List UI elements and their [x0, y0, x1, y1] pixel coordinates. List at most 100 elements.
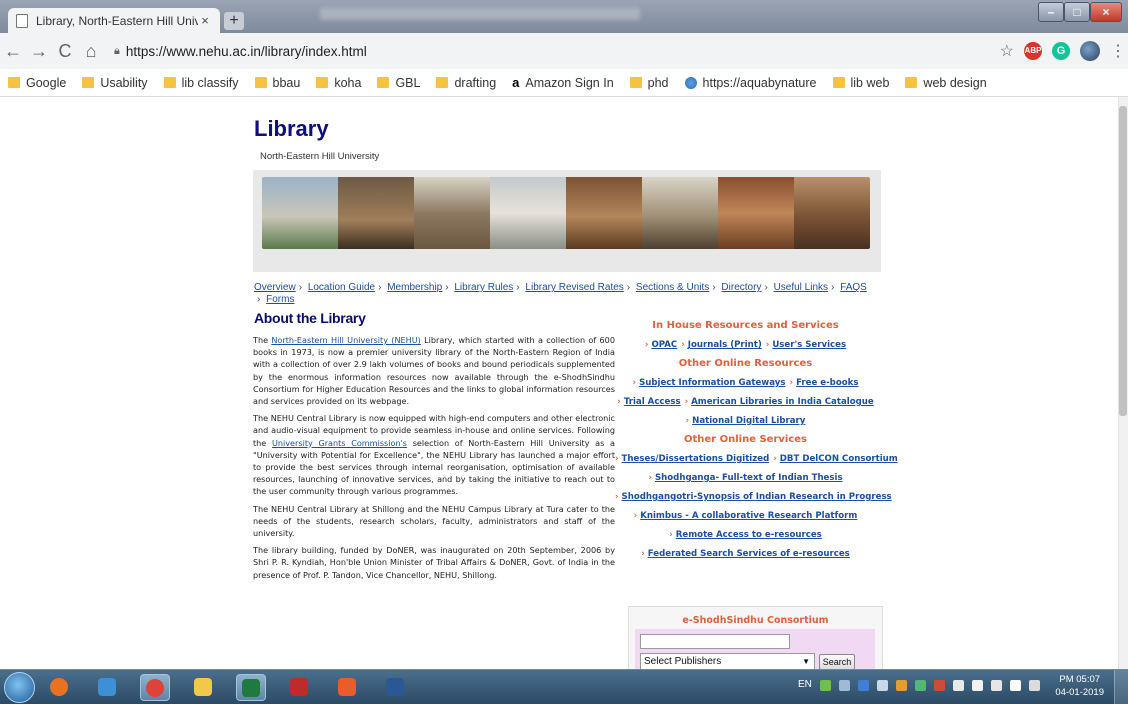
tray-icon[interactable] [839, 680, 850, 691]
tray-icon[interactable] [896, 680, 907, 691]
resource-link[interactable]: Knimbus - A collaborative Research Platf… [634, 511, 857, 521]
signal-icon[interactable] [1010, 680, 1021, 691]
grammarly-extension-icon[interactable]: G [1052, 42, 1070, 60]
resource-link[interactable]: Remote Access to e-resources [669, 530, 822, 540]
folder-icon [82, 77, 95, 88]
folder-icon [254, 77, 267, 88]
resource-link[interactable]: User's Services [766, 340, 846, 350]
chrome-icon [146, 679, 164, 697]
consortium-search-input[interactable] [640, 634, 790, 649]
nav-link[interactable]: Library Rules [454, 282, 522, 293]
network-icon[interactable] [991, 680, 1002, 691]
resources-link-row: Knimbus - A collaborative Research Platf… [613, 509, 878, 528]
system-clock[interactable]: PM 05:07 04-01-2019 [1055, 673, 1104, 699]
paint-taskbar-icon[interactable] [92, 674, 122, 701]
resource-link[interactable]: Free e-books [790, 378, 858, 388]
tray-icon[interactable] [820, 680, 831, 691]
nav-link[interactable]: Sections & Units [636, 282, 719, 293]
resource-link[interactable]: Shodhgangotri-Synopsis of Indian Researc… [615, 492, 892, 502]
resources-link-row: Shodhgangotri-Synopsis of Indian Researc… [613, 490, 892, 509]
minimize-button[interactable]: – [1038, 2, 1064, 22]
show-desktop-button[interactable] [1114, 670, 1128, 704]
start-button[interactable] [4, 672, 35, 703]
banner-photo [566, 177, 642, 249]
url-field[interactable]: https://www.nehu.ac.in/library/index.htm… [126, 44, 367, 59]
folder-icon [832, 77, 845, 88]
tab-close-icon[interactable]: × [198, 13, 212, 28]
scrollbar-thumb[interactable] [1119, 106, 1127, 416]
tray-icon[interactable] [953, 680, 964, 691]
bookmark-label: Amazon Sign In [525, 75, 614, 90]
nehu-link[interactable]: North-Eastern Hill University (NEHU) [271, 335, 420, 345]
about-paragraph: The North-Eastern Hill University (NEHU)… [253, 334, 615, 407]
resource-link[interactable]: Theses/Dissertations Digitized [615, 454, 770, 464]
forward-button[interactable]: → [26, 41, 52, 62]
bookmark-item[interactable]: phd [629, 76, 669, 90]
resource-link[interactable]: National Digital Library [686, 416, 805, 426]
bookmark-item[interactable]: lib web [832, 76, 889, 90]
windows-taskbar: EN PM 05:07 04-01-2019 [0, 669, 1128, 704]
browser-tab[interactable]: Library, North-Eastern Hill Univer × [8, 8, 220, 33]
resource-link[interactable]: DBT DelCON Consortium [773, 454, 898, 464]
menu-kebab-icon[interactable]: ⋮ [1110, 41, 1126, 61]
nav-link[interactable]: Forms [266, 294, 300, 305]
bookmark-item[interactable]: Usability [82, 76, 148, 90]
filezilla-taskbar-icon[interactable] [284, 674, 314, 701]
resource-link[interactable]: OPAC [645, 340, 677, 350]
firefox-taskbar-icon[interactable] [44, 674, 74, 701]
bluetooth-icon[interactable] [858, 680, 869, 691]
bookmark-item[interactable]: GBL [377, 76, 420, 90]
nav-link[interactable]: Location Guide [308, 282, 385, 293]
bookmark-item[interactable]: Google [8, 76, 66, 90]
bookmark-label: bbau [272, 75, 301, 90]
search-button[interactable]: Search [819, 654, 855, 669]
language-indicator[interactable]: EN [798, 679, 812, 690]
folder-icon [8, 77, 20, 88]
resource-link[interactable]: Federated Search Services of e-resources [641, 549, 850, 559]
tray-icon[interactable] [877, 680, 888, 691]
excel-taskbar-icon[interactable] [236, 674, 266, 701]
bookmark-item[interactable]: a Amazon Sign In [512, 75, 613, 90]
nav-link[interactable]: Membership [387, 282, 451, 293]
adblock-extension-icon[interactable]: ABP [1024, 42, 1042, 60]
new-tab-button[interactable]: + [224, 12, 244, 30]
publisher-select[interactable]: Select Publishers ▼ [640, 653, 815, 669]
tray-icon[interactable] [934, 680, 945, 691]
reload-button[interactable]: C [52, 41, 78, 62]
resource-link[interactable]: Trial Access [617, 397, 681, 407]
resource-link[interactable]: Shodhganga- Full-text of Indian Thesis [648, 473, 843, 483]
system-tray [820, 680, 1040, 691]
bookmark-item[interactable]: drafting [436, 76, 496, 90]
maximize-button[interactable]: □ [1064, 2, 1090, 22]
resources-heading: Other Online Resources [678, 358, 813, 369]
nav-link[interactable]: Directory [721, 282, 770, 293]
bookmark-star-icon[interactable]: ☆ [1000, 41, 1014, 61]
lock-icon[interactable]: 🔒︎ [114, 45, 120, 58]
chrome-taskbar-icon[interactable] [140, 674, 170, 701]
resource-link[interactable]: Journals (Print) [681, 340, 762, 350]
bookmark-item[interactable]: koha [316, 76, 361, 90]
close-window-button[interactable]: × [1090, 2, 1122, 22]
volume-icon[interactable] [1029, 680, 1040, 691]
flag-icon[interactable] [972, 680, 983, 691]
about-text: The North-Eastern Hill University (NEHU)… [253, 334, 615, 586]
bookmark-item[interactable]: bbau [254, 75, 301, 90]
bookmark-item[interactable]: lib classify [163, 76, 239, 90]
nav-link[interactable]: Library Revised Rates [525, 282, 633, 293]
bookmark-item[interactable]: https://aquabynature [684, 76, 817, 90]
tab-title: Library, North-Eastern Hill Univer [36, 13, 198, 28]
nav-link[interactable]: Useful Links [774, 282, 838, 293]
app-taskbar-icon[interactable] [332, 674, 362, 701]
tray-icon[interactable] [915, 680, 926, 691]
home-button[interactable]: ⌂ [78, 41, 104, 62]
back-button[interactable]: ← [0, 41, 26, 62]
ugc-link[interactable]: University Grants Commission's [272, 438, 407, 448]
browser-window: Library, North-Eastern Hill Univer × + –… [0, 0, 1128, 704]
nav-link[interactable]: Overview [254, 282, 305, 293]
resource-link[interactable]: American Libraries in India Catalogue [685, 397, 874, 407]
explorer-taskbar-icon[interactable] [188, 674, 218, 701]
profile-avatar[interactable] [1080, 41, 1100, 61]
resource-link[interactable]: Subject Information Gateways [633, 378, 785, 388]
bookmark-item[interactable]: web design [905, 76, 987, 90]
word-taskbar-icon[interactable] [380, 674, 410, 701]
